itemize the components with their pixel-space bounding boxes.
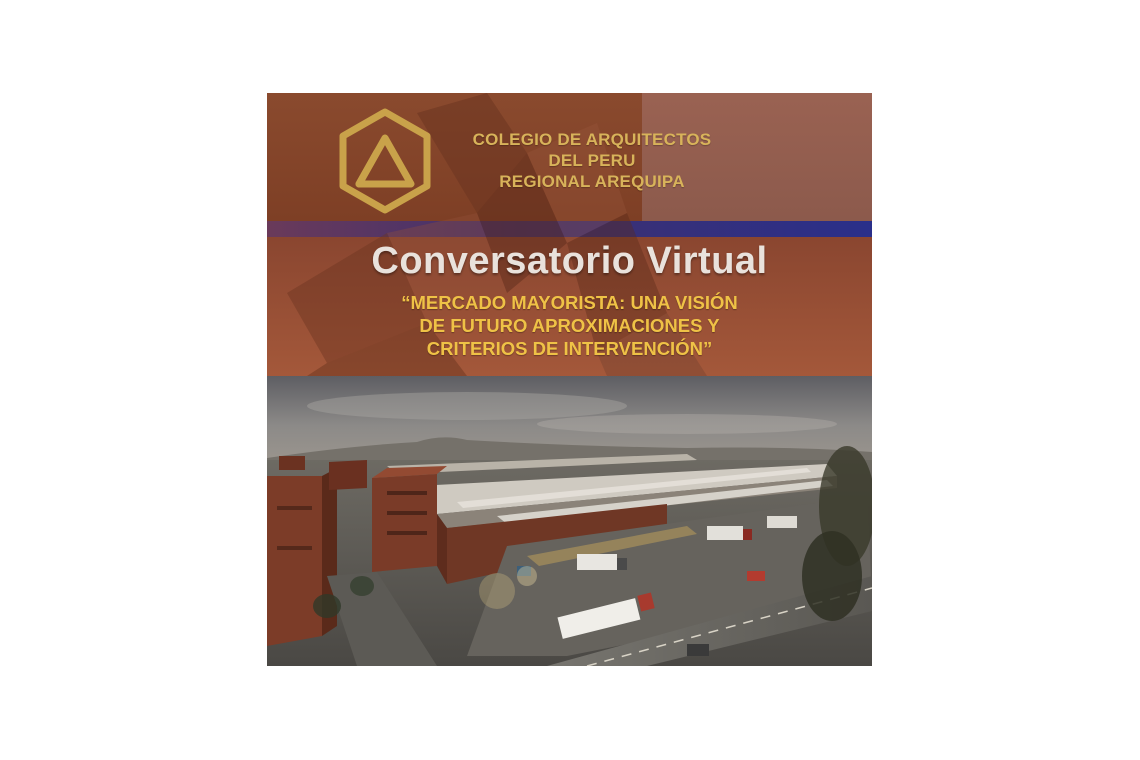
event-title: Conversatorio Virtual [371, 240, 768, 282]
hexagon-triangle-logo-icon [339, 108, 431, 214]
poster-header: COLEGIO DE ARQUITECTOS DEL PERU REGIONAL… [267, 93, 872, 376]
event-subtitle-line-2: DE FUTURO APROXIMACIONES Y [419, 315, 720, 336]
event-subtitle-line-1: “MERCADO MAYORISTA: UNA VISIÓN [401, 292, 738, 313]
poster: COLEGIO DE ARQUITECTOS DEL PERU REGIONAL… [267, 93, 872, 666]
event-subtitle: “MERCADO MAYORISTA: UNA VISIÓN DE FUTURO… [307, 291, 832, 360]
market-architectural-render [267, 376, 872, 666]
institution-line-2: DEL PERU [548, 151, 636, 170]
institution-name: COLEGIO DE ARQUITECTOS DEL PERU REGIONAL… [442, 129, 742, 192]
institution-line-1: COLEGIO DE ARQUITECTOS [472, 130, 712, 149]
institution-line-3: REGIONAL AREQUIPA [499, 172, 685, 191]
event-subtitle-line-3: CRITERIOS DE INTERVENCIÓN” [426, 338, 713, 359]
